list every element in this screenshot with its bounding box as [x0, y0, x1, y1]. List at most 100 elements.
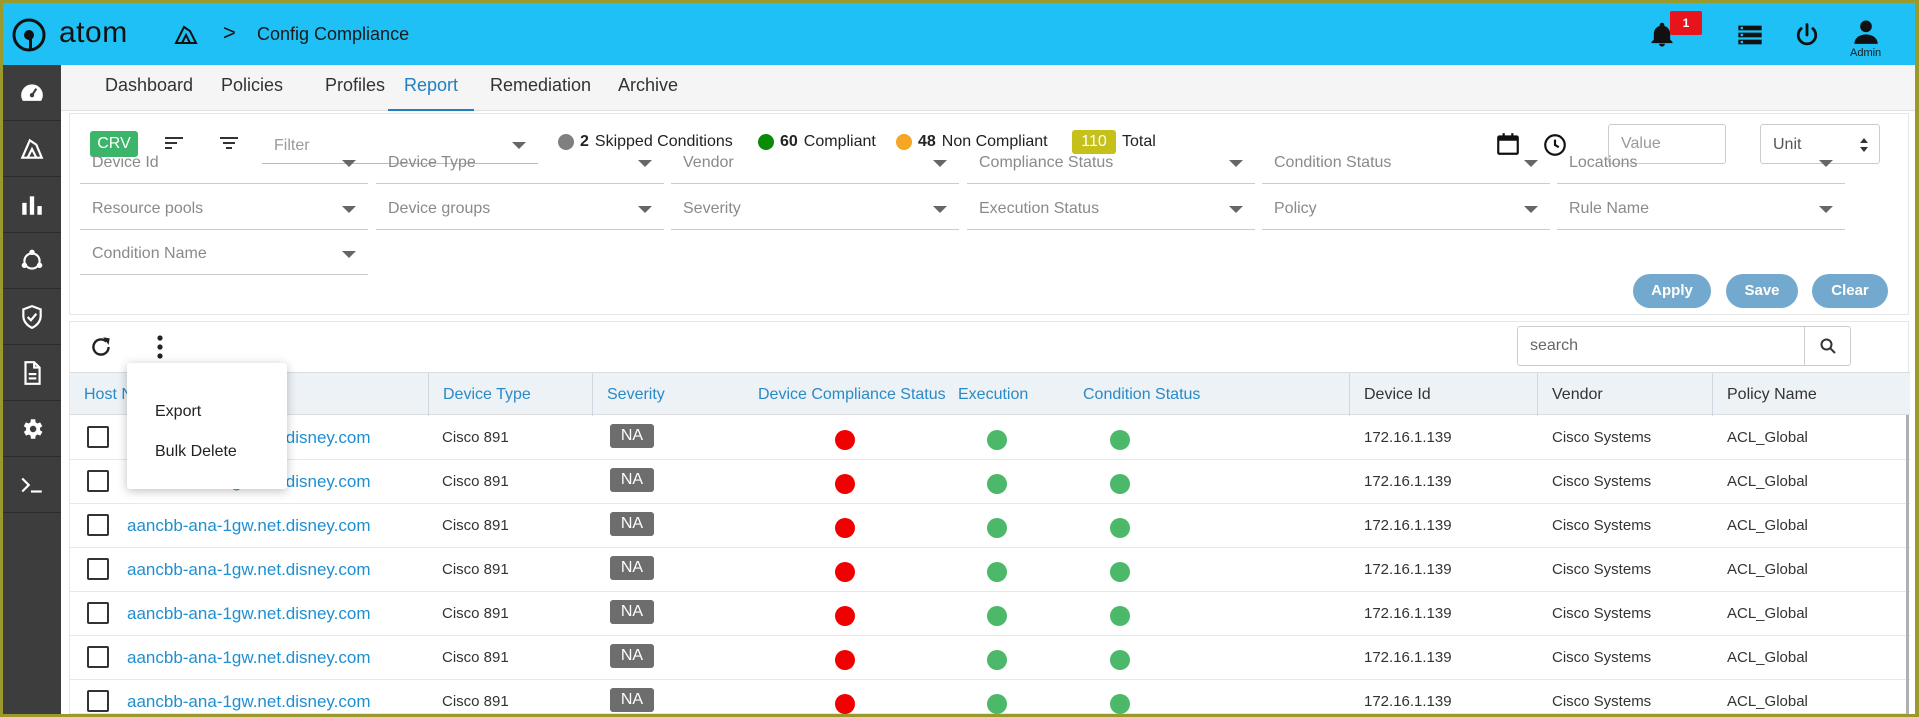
menu-item-bulk-delete[interactable]: Bulk Delete	[155, 443, 237, 461]
menu-item-export[interactable]: Export	[155, 403, 201, 421]
device-type-cell: Cisco 891	[442, 473, 509, 490]
row-checkbox[interactable]	[87, 602, 109, 624]
chevron-down-icon	[342, 160, 356, 167]
chevron-down-icon	[1229, 206, 1243, 213]
resource-pools-filter[interactable]: Resource pools	[80, 188, 368, 230]
compliance-status-dot	[835, 518, 855, 538]
search-icon	[1820, 338, 1836, 354]
severity-badge: NA	[610, 688, 654, 712]
policy-name-cell: ACL_Global	[1727, 561, 1808, 578]
locations-filter[interactable]: Locations	[1557, 142, 1845, 184]
table-row[interactable]: aancbb-ana-1gw.net.disney.comCisco 891NA…	[70, 548, 1910, 592]
compliance-status-filter[interactable]: Compliance Status	[967, 142, 1255, 184]
chevron-down-icon	[1229, 160, 1243, 167]
table-row[interactable]: aancbb-ana-1gw.net.disney.comCisco 891NA…	[70, 592, 1910, 636]
compliance-status-dot	[835, 430, 855, 450]
breadcrumb-separator: >	[223, 20, 236, 45]
column-header-device-id[interactable]: Device Id	[1349, 373, 1537, 416]
filter-label: Severity	[683, 200, 741, 217]
row-checkbox[interactable]	[87, 690, 109, 712]
compliance-module-icon[interactable]	[173, 23, 199, 47]
tab-dashboard[interactable]: Dashboard	[89, 65, 209, 111]
filter-label: Compliance Status	[979, 154, 1114, 171]
page-title: Config Compliance	[257, 24, 410, 44]
compliance-status-dot	[835, 650, 855, 670]
sidebar-item-security[interactable]	[3, 289, 61, 345]
device-id-cell: 172.16.1.139	[1364, 605, 1452, 622]
document-icon	[24, 360, 41, 385]
filter-panel: CRV Filter 2 Skipped Conditions 60 Compl…	[69, 113, 1909, 315]
condition-name-filter[interactable]: Condition Name	[80, 233, 368, 275]
host-name-link[interactable]: aancbb-ana-1gw.net.disney.com	[127, 548, 371, 592]
device-groups-filter[interactable]: Device groups	[376, 188, 664, 230]
top-bar: atom > Config Compliance 1 Admin	[3, 3, 1915, 65]
host-name-link[interactable]: aancbb-ana-1gw.net.disney.com	[127, 592, 371, 636]
column-header-execution[interactable]: Execution	[944, 373, 1028, 416]
vendor-filter[interactable]: Vendor	[671, 142, 959, 184]
more-vertical-icon[interactable]	[150, 332, 170, 362]
host-name-link[interactable]: aancbb-ana-1gw.net.disney.com	[127, 504, 371, 548]
save-button[interactable]: Save	[1726, 274, 1798, 308]
vertical-scrollbar[interactable]	[1906, 415, 1909, 714]
user-label[interactable]: Admin	[1850, 47, 1881, 59]
device-id-cell: 172.16.1.139	[1364, 561, 1452, 578]
policy-filter[interactable]: Policy	[1262, 188, 1550, 230]
atom-logo-icon[interactable]	[11, 17, 47, 53]
column-header-device-compliance-status[interactable]: Device Compliance Status	[744, 373, 946, 416]
column-header-device-type[interactable]: Device Type	[428, 373, 592, 416]
column-header-policy-name[interactable]: Policy Name	[1712, 373, 1908, 416]
filter-label: Locations	[1569, 154, 1638, 171]
condition-status-dot	[1110, 606, 1130, 626]
table-row[interactable]: aancbb-ana-1gw.net.disney.comCisco 891NA…	[70, 504, 1910, 548]
list-view-icon[interactable]	[1736, 21, 1764, 49]
device-id-filter[interactable]: Device Id	[80, 142, 368, 184]
dashboard-gauge-icon	[21, 83, 43, 101]
rule-name-filter[interactable]: Rule Name	[1557, 188, 1845, 230]
tab-policies[interactable]: Policies	[205, 65, 299, 111]
sidebar-item-settings[interactable]	[3, 401, 61, 457]
row-checkbox[interactable]	[87, 470, 109, 492]
execution-status-dot	[987, 606, 1007, 626]
clear-button[interactable]: Clear	[1812, 274, 1888, 308]
table-row[interactable]: aancbb-ana-1gw.net.disney.comCisco 891NA…	[70, 680, 1910, 714]
row-checkbox[interactable]	[87, 558, 109, 580]
table-row[interactable]: aancbb-ana-1gw.net.disney.comCisco 891NA…	[70, 636, 1910, 680]
sidebar-item-compliance[interactable]	[3, 121, 61, 177]
sidebar-item-terminal[interactable]	[3, 457, 61, 513]
user-avatar-icon[interactable]	[1852, 17, 1880, 45]
filter-label: Condition Status	[1274, 154, 1392, 171]
row-checkbox[interactable]	[87, 426, 109, 448]
apply-button[interactable]: Apply	[1633, 274, 1711, 308]
sidebar-item-dashboard[interactable]	[3, 65, 61, 121]
tab-remediation[interactable]: Remediation	[474, 65, 607, 111]
sidebar-item-documents[interactable]	[3, 345, 61, 401]
row-checkbox[interactable]	[87, 514, 109, 536]
refresh-icon[interactable]	[88, 334, 114, 360]
host-name-link[interactable]: aancbb-ana-1gw.net.disney.com	[127, 636, 371, 680]
search-button[interactable]	[1804, 327, 1850, 365]
execution-status-filter[interactable]: Execution Status	[967, 188, 1255, 230]
table-row[interactable]: aancbb-ana-1gw.net.disney.comCisco 891NA…	[70, 416, 1910, 460]
filter-label: Resource pools	[92, 200, 204, 217]
vendor-cell: Cisco Systems	[1552, 473, 1652, 490]
severity-filter[interactable]: Severity	[671, 188, 959, 230]
sidebar-item-reports[interactable]	[3, 177, 61, 233]
host-name-link[interactable]: aancbb-ana-1gw.net.disney.com	[127, 680, 371, 714]
sidebar	[3, 65, 61, 714]
search-input[interactable]	[1518, 327, 1846, 365]
column-header-severity[interactable]: Severity	[592, 373, 742, 416]
tab-archive[interactable]: Archive	[602, 65, 694, 111]
table-row[interactable]: aancbb-ana-1gw.net.disney.comCisco 891NA…	[70, 460, 1910, 504]
condition-status-filter[interactable]: Condition Status	[1262, 142, 1550, 184]
device-type-filter[interactable]: Device Type	[376, 142, 664, 184]
column-header-vendor[interactable]: Vendor	[1537, 373, 1712, 416]
row-checkbox[interactable]	[87, 646, 109, 668]
column-header-condition-status[interactable]: Condition Status	[1069, 373, 1200, 416]
table-header: Host N Device Type Severity Device Compl…	[70, 372, 1910, 416]
vendor-cell: Cisco Systems	[1552, 693, 1652, 710]
column-header-host-name[interactable]: Host N	[70, 373, 133, 416]
power-icon[interactable]	[1793, 21, 1821, 49]
tab-report[interactable]: Report	[388, 65, 475, 111]
execution-status-dot	[987, 518, 1007, 538]
sidebar-item-topology[interactable]	[3, 233, 61, 289]
